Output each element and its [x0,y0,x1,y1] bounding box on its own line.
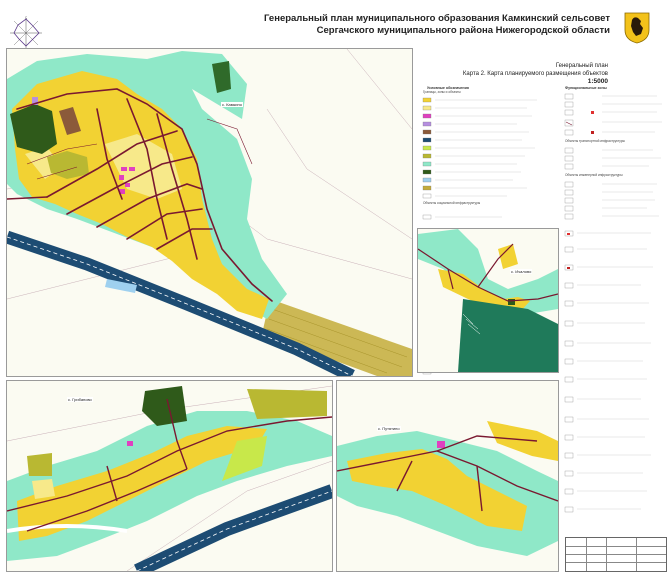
putyatino-map [337,421,558,556]
place-label-ichalovo: с. Ичалово [510,269,533,274]
map-panel-kamkino: с. Камкино [6,48,413,377]
place-label-putyatino: с. Путятино [377,426,401,431]
title-block-stamp [565,537,667,572]
place-label-kamkino: с. Камкино [221,102,243,107]
svg-text:С: С [25,16,28,20]
legend-panel-right [561,225,667,530]
map-panel-putyatino: с. Путятино [336,380,559,572]
gribanovo-map [7,385,332,571]
title-line-2: Сергачского муниципального района Нижего… [316,25,610,36]
wind-rose-icon: С [10,16,42,48]
legend-swatches [422,93,662,220]
map-title: Генеральный план муниципального образова… [170,13,610,37]
subtitle-line-2: Карта 2. Карта планируемого размещения о… [462,70,608,77]
title-line-1: Генеральный план муниципального образова… [264,13,610,24]
subtitle-line-1: Генеральный план [555,63,608,69]
legend-panel: Условные обозначения Границы, зоны и объ… [417,82,667,227]
ichalovo-map [418,229,558,372]
legend-right-swatches [564,230,653,513]
kamkino-map [7,49,412,376]
map-panel-gribanovo: с. Грибаново [6,380,333,572]
place-label-gribanovo: с. Грибаново [67,397,93,402]
coat-of-arms-icon [624,12,650,44]
map-panel-ichalovo: с. Ичалово [417,228,559,373]
map-sheet: С Генеральный план муниципального образо… [0,0,670,574]
